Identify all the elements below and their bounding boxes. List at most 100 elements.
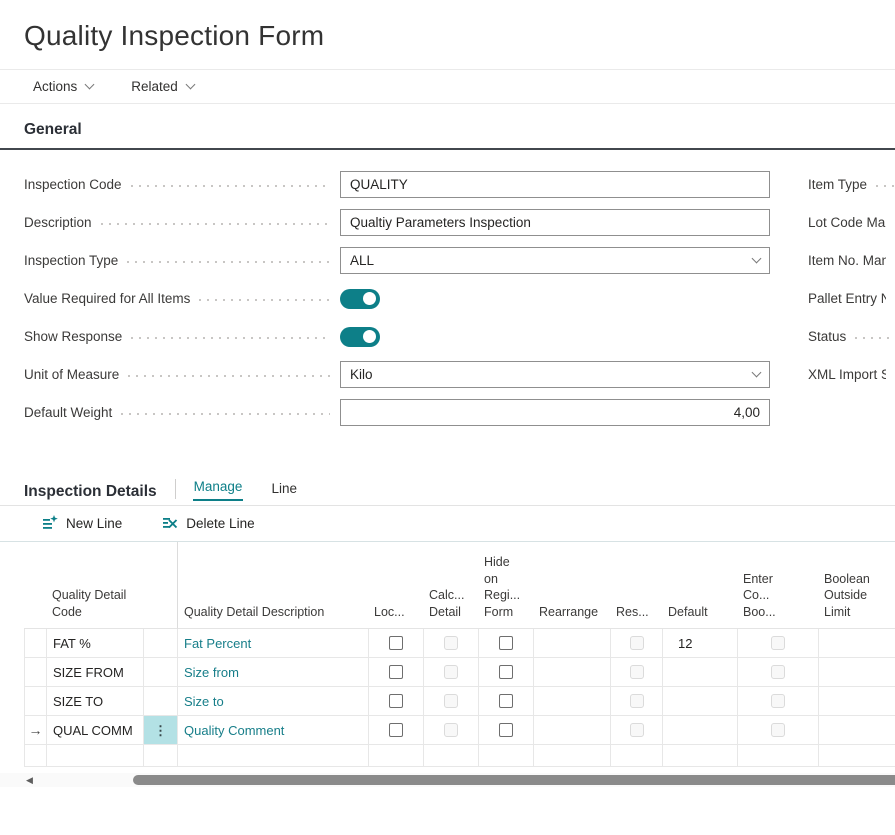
row-menu-cell[interactable]: [143, 658, 177, 687]
menu-actions-label: Actions: [33, 79, 77, 94]
empty-row-cell[interactable]: [478, 745, 533, 767]
new-line-icon: [42, 515, 58, 531]
quality-detail-code-cell[interactable]: FAT %: [46, 629, 143, 658]
quality-detail-code-cell[interactable]: SIZE FROM: [46, 658, 143, 687]
boolean-outside-limit-cell[interactable]: [818, 687, 895, 716]
boolean-outside-limit-cell[interactable]: [818, 629, 895, 658]
field-row-item-no-man: Item No. Man: [808, 247, 895, 274]
toggle-on[interactable]: [340, 327, 380, 347]
loc-checkbox[interactable]: [389, 636, 403, 650]
rearrange-cell[interactable]: [533, 629, 610, 658]
new-line-label: New Line: [66, 516, 122, 531]
scroll-left-arrow-icon[interactable]: ◀: [26, 774, 33, 787]
boolean-outside-limit-cell[interactable]: [818, 716, 895, 745]
chevron-down-icon: [752, 368, 762, 378]
tab-line[interactable]: Line: [270, 481, 298, 501]
empty-row-cell[interactable]: [533, 745, 610, 767]
row-menu-cell[interactable]: ⋮: [143, 716, 177, 745]
hide-on-reg-form-checkbox[interactable]: [499, 665, 513, 679]
horizontal-scrollbar[interactable]: ◀: [0, 773, 895, 787]
row-selector-cell[interactable]: [24, 658, 46, 687]
row-selector-cell[interactable]: [24, 687, 46, 716]
loc-cell: [368, 716, 423, 745]
row-menu-ellipsis-icon[interactable]: ⋮: [154, 724, 167, 737]
hide-on-reg-form-checkbox[interactable]: [499, 636, 513, 650]
chevron-down-icon: [85, 80, 95, 90]
empty-row-cell[interactable]: [610, 745, 662, 767]
column-header-2: [143, 542, 177, 629]
field-row-value-required-for-all-items: Value Required for All Items: [24, 285, 770, 312]
toggle-knob: [363, 330, 376, 343]
select-inspection-type[interactable]: ALL: [340, 247, 770, 274]
field-label: Item Type: [808, 177, 867, 192]
default-cell[interactable]: [662, 716, 737, 745]
default-cell[interactable]: 12: [662, 629, 737, 658]
row-menu-cell[interactable]: [143, 687, 177, 716]
column-header-3: Quality Detail Description: [177, 542, 368, 629]
new-line-button[interactable]: New Line: [42, 515, 122, 531]
column-header-5: Calc... Detail: [423, 542, 478, 629]
empty-row-cell[interactable]: [662, 745, 737, 767]
field-label: Value Required for All Items: [24, 291, 190, 306]
empty-row-cell[interactable]: [46, 745, 143, 767]
page-title: Quality Inspection Form: [24, 20, 895, 52]
field-row-xml-import-s: XML Import S: [808, 361, 895, 388]
general-form: Inspection CodeQUALITYDescriptionQualtiy…: [0, 150, 895, 426]
calc-detail-cell: [423, 716, 478, 745]
default-cell[interactable]: [662, 658, 737, 687]
empty-row-cell[interactable]: [818, 745, 895, 767]
empty-row-cell[interactable]: [177, 745, 368, 767]
rearrange-cell[interactable]: [533, 658, 610, 687]
quality-detail-description-cell[interactable]: Fat Percent: [177, 629, 368, 658]
column-header-9: Default: [662, 542, 737, 629]
quality-detail-code-cell[interactable]: SIZE TO: [46, 687, 143, 716]
field-value: Qualtiy Parameters Inspection: [350, 215, 531, 230]
hide-on-reg-form-checkbox[interactable]: [499, 694, 513, 708]
row-selector-cell[interactable]: →: [24, 716, 46, 745]
menu-related[interactable]: Related: [131, 79, 194, 94]
default-cell[interactable]: [662, 687, 737, 716]
input-default-weight[interactable]: 4,00: [340, 399, 770, 426]
row-selector-cell[interactable]: [24, 629, 46, 658]
field-value: 4,00: [734, 405, 760, 420]
row-menu-cell[interactable]: [143, 629, 177, 658]
enter-co-boolean-cell: [737, 716, 818, 745]
empty-row-cell[interactable]: [24, 745, 46, 767]
input-description[interactable]: Qualtiy Parameters Inspection: [340, 209, 770, 236]
rearrange-cell[interactable]: [533, 687, 610, 716]
delete-line-button[interactable]: Delete Line: [162, 515, 254, 531]
empty-row-cell[interactable]: [143, 745, 177, 767]
input-inspection-code[interactable]: QUALITY: [340, 171, 770, 198]
quality-detail-description-cell[interactable]: Size to: [177, 687, 368, 716]
loc-checkbox[interactable]: [389, 723, 403, 737]
menu-actions[interactable]: Actions: [33, 79, 93, 94]
quality-detail-description-cell[interactable]: Quality Comment: [177, 716, 368, 745]
empty-row-cell[interactable]: [737, 745, 818, 767]
empty-row-cell[interactable]: [423, 745, 478, 767]
scrollbar-thumb[interactable]: [133, 775, 895, 785]
res-cell: [610, 629, 662, 658]
enter-co-boolean-cell: [737, 658, 818, 687]
res-checkbox: [630, 723, 644, 737]
field-control: QUALITY: [340, 171, 770, 198]
toggle-on[interactable]: [340, 289, 380, 309]
loc-checkbox[interactable]: [389, 665, 403, 679]
rearrange-cell[interactable]: [533, 716, 610, 745]
leader-dots: [199, 299, 330, 301]
field-label: Default Weight: [24, 405, 112, 420]
hide-on-reg-form-checkbox[interactable]: [499, 723, 513, 737]
selected-row-arrow-icon: →: [29, 722, 43, 738]
field-value: ALL: [350, 253, 374, 268]
field-row-status: Status: [808, 323, 895, 350]
boolean-outside-limit-cell[interactable]: [818, 658, 895, 687]
field-row-show-response: Show Response: [24, 323, 770, 350]
quality-detail-description-cell[interactable]: Size from: [177, 658, 368, 687]
delete-line-icon: [162, 515, 178, 531]
tab-manage[interactable]: Manage: [193, 479, 244, 501]
calc-detail-cell: [423, 658, 478, 687]
loc-cell: [368, 629, 423, 658]
loc-checkbox[interactable]: [389, 694, 403, 708]
quality-detail-code-cell[interactable]: QUAL COMM: [46, 716, 143, 745]
select-unit-of-measure[interactable]: Kilo: [340, 361, 770, 388]
empty-row-cell[interactable]: [368, 745, 423, 767]
